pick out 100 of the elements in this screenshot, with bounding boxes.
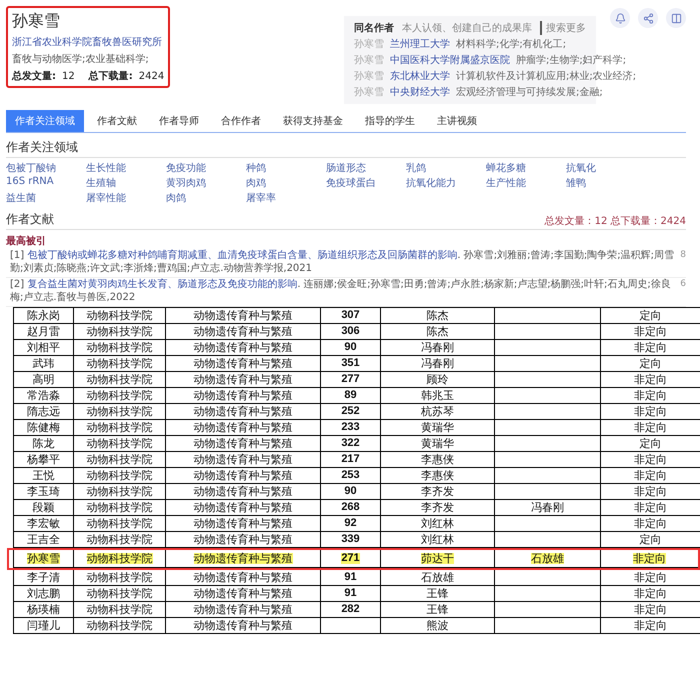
keyword-link[interactable]: 肉鸡 <box>246 176 326 190</box>
tab[interactable]: 指导的学生 <box>356 110 424 132</box>
table-cell: 李惠侠 <box>380 468 494 484</box>
keyword-link[interactable]: 蝉花多糖 <box>486 161 566 175</box>
table-cell: 王锋 <box>380 602 494 618</box>
affiliation-link[interactable]: 浙江省农业科学院畜牧兽医研究所 <box>12 35 164 49</box>
organization-link[interactable]: 中国医科大学附属盛京医院 <box>390 53 510 67</box>
citation-count: 8 <box>680 250 686 262</box>
table-cell: 动物科技学院 <box>73 452 165 468</box>
table-cell: 赵月雷 <box>13 324 73 340</box>
tab[interactable]: 作者文献 <box>88 110 146 132</box>
subject-areas: 计算机软件及计算机应用;林业;农业经济; <box>456 69 636 83</box>
article-title-link[interactable]: 复合益生菌对黄羽肉鸡生长发育、肠道形态及免疫功能的影响 <box>27 279 298 290</box>
keyword-link[interactable]: 肉鸽 <box>166 191 246 205</box>
table-cell: 306 <box>320 324 380 340</box>
table-cell: 陈永岗 <box>13 308 73 324</box>
table-cell: 动物科技学院 <box>73 516 165 532</box>
subject-areas: 肿瘤学;生物学;妇产科学; <box>516 53 626 67</box>
table-cell: 动物科技学院 <box>73 484 165 500</box>
subheading: 最高被引 <box>6 234 47 248</box>
table-cell: 孙寒雪 <box>13 550 73 568</box>
table-cell: 李宏敏 <box>13 516 73 532</box>
keyword-link[interactable]: 雏鸭 <box>566 176 646 190</box>
stat-label: 总下载量: <box>88 71 133 82</box>
table-cell: 动物遗传育种与繁殖 <box>165 570 320 586</box>
table-cell: 非定向 <box>600 550 698 568</box>
article-title-link[interactable]: 包被丁酸钠或蝉花多糖对种鸽哺育期减重、血清免疫球蛋白含量、肠道组织形态及回肠菌群的影响 <box>27 250 458 261</box>
table-cell: 动物遗传育种与繁殖 <box>165 586 320 602</box>
keyword-link[interactable]: 益生菌 <box>6 191 86 205</box>
table-cell: 非定向 <box>600 452 700 468</box>
keyword-link[interactable]: 生产性能 <box>486 176 566 190</box>
table-cell: 冯春刚 <box>494 500 600 516</box>
keyword-link[interactable]: 肠道形态 <box>326 161 406 175</box>
author-name: 孙寒雪 <box>354 38 384 51</box>
table-cell: 杭苏琴 <box>380 404 494 420</box>
keyword-link[interactable]: 生殖轴 <box>86 176 166 190</box>
keyword-link[interactable]: 包被丁酸钠 <box>6 161 86 175</box>
table-cell: 91 <box>320 570 380 586</box>
citation-text: [2] 复合益生菌对黄羽肉鸡生长发育、肠道形态及免疫功能的影响. 连丽娜;侯金旺;孙寒雪;田勇;曾涛;卢永胜;杨家新;卢志望;杨鹏强;叶轩;石丸周史;徐良梅;卢立志.畜牧与兽医,2022 <box>10 279 672 304</box>
bell-icon[interactable] <box>610 8 630 28</box>
table-cell: 90 <box>320 484 380 500</box>
organization-link[interactable]: 东北林业大学 <box>390 69 450 83</box>
table-cell: 动物科技学院 <box>73 570 165 586</box>
columns-icon[interactable] <box>666 8 686 28</box>
table-cell: 动物科技学院 <box>73 500 165 516</box>
table-cell: 动物科技学院 <box>73 388 165 404</box>
table-cell: 陈健梅 <box>13 420 73 436</box>
table-cell: 段颖 <box>13 500 73 516</box>
section-title: 作者文献 <box>6 211 54 228</box>
table-cell: 动物科技学院 <box>73 404 165 420</box>
table-cell: 91 <box>320 586 380 602</box>
keyword-link[interactable]: 免疫球蛋白 <box>326 176 406 190</box>
table-cell: 动物遗传育种与繁殖 <box>165 308 320 324</box>
table-cell: 茆达干 <box>380 550 494 568</box>
table-cell: 动物遗传育种与繁殖 <box>165 618 320 634</box>
keyword-link[interactable]: 屠宰率 <box>246 191 326 205</box>
table-cell: 闫瑾儿 <box>13 618 73 634</box>
table-cell: 王吉全 <box>13 532 73 548</box>
table-cell: 动物科技学院 <box>73 468 165 484</box>
keyword-link[interactable]: 免疫功能 <box>166 161 246 175</box>
tab[interactable]: 作者关注领域 <box>6 110 84 132</box>
table-cell: 动物科技学院 <box>73 618 165 634</box>
literature-summary: 总发文量：12 总下载量：2424 <box>544 214 686 228</box>
table-cell: 339 <box>320 532 380 548</box>
tab[interactable]: 作者导师 <box>150 110 208 132</box>
keyword-link[interactable]: 种鸽 <box>246 161 326 175</box>
table-cell: 动物遗传育种与繁殖 <box>165 532 320 548</box>
table-cell: 王锋 <box>380 586 494 602</box>
table-cell: 非定向 <box>600 404 700 420</box>
table-cell: 253 <box>320 468 380 484</box>
tab[interactable]: 主讲视频 <box>428 110 486 132</box>
table-cell: 307 <box>320 308 380 324</box>
keyword-link[interactable]: 乳鸽 <box>406 161 486 175</box>
table-cell: 动物科技学院 <box>73 308 165 324</box>
keyword-link[interactable]: 抗氧化能力 <box>406 176 486 190</box>
organization-link[interactable]: 兰州理工大学 <box>390 37 450 51</box>
table-cell: 李齐发 <box>380 484 494 500</box>
tab[interactable]: 获得支持基金 <box>274 110 352 132</box>
table-cell: 217 <box>320 452 380 468</box>
search-more-link[interactable]: 搜索更多 <box>540 21 586 35</box>
citation-count: 6 <box>680 279 686 291</box>
keyword-link[interactable]: 黄羽肉鸡 <box>166 176 246 190</box>
table-cell: 非定向 <box>600 586 700 602</box>
stat-value: 12 <box>62 71 75 82</box>
table-cell: 陈杰 <box>380 308 494 324</box>
subject-areas: 畜牧与动物医学;农业基础科学; <box>12 52 164 66</box>
table-cell: 92 <box>320 516 380 532</box>
tab[interactable]: 合作作者 <box>212 110 270 132</box>
keyword-link[interactable]: 生长性能 <box>86 161 166 175</box>
table-cell: 常浩淼 <box>13 388 73 404</box>
keyword-link[interactable]: 屠宰性能 <box>86 191 166 205</box>
table-cell: 动物科技学院 <box>73 436 165 452</box>
keyword-link[interactable]: 16S rRNA <box>6 176 86 190</box>
keyword-link[interactable]: 抗氧化 <box>566 161 646 175</box>
share-icon[interactable] <box>638 8 658 28</box>
organization-link[interactable]: 中央财经大学 <box>390 85 450 99</box>
table-cell: 韩兆玉 <box>380 388 494 404</box>
table-cell: 动物遗传育种与繁殖 <box>165 452 320 468</box>
table-cell: 动物遗传育种与繁殖 <box>165 340 320 356</box>
table-cell: 动物科技学院 <box>73 340 165 356</box>
